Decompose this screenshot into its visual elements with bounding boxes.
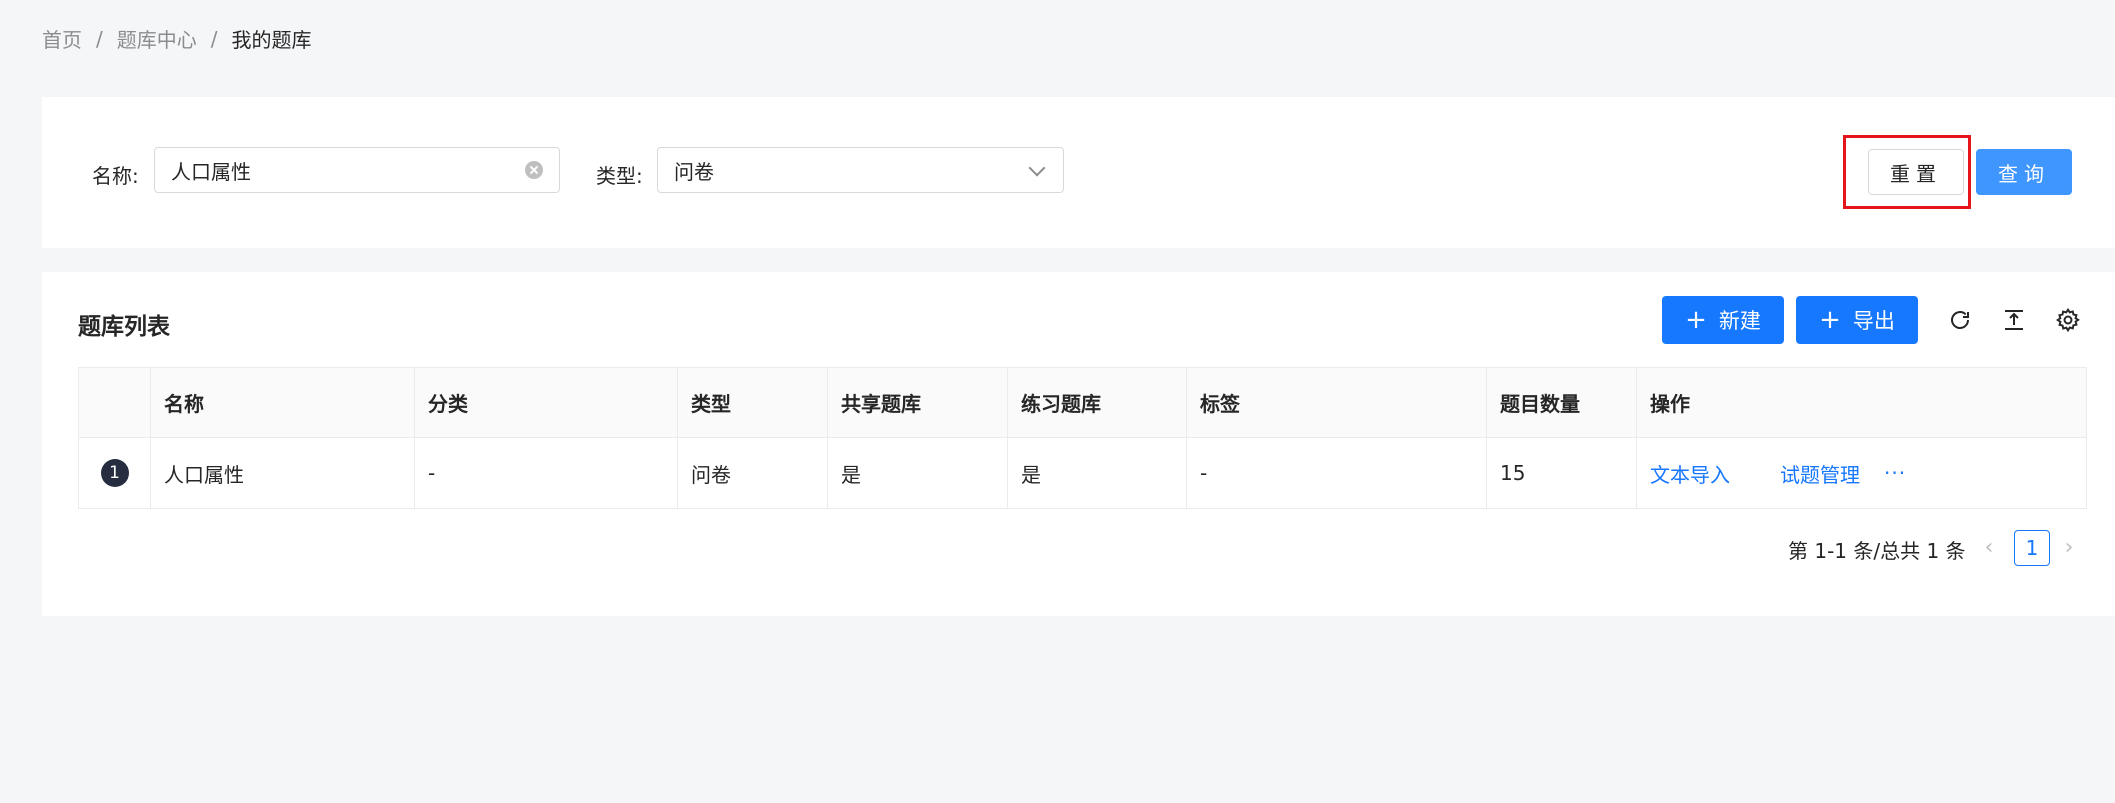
- refresh-icon[interactable]: [1946, 306, 1974, 334]
- breadcrumb-my-question-bank: 我的题库: [231, 28, 312, 52]
- pagination: 第 1-1 条/总共 1 条 ‹ 1 ›: [42, 530, 2115, 566]
- table-row: 1 人口属性 - 问卷 是 是 - 15 文本导入 试题管理 ···: [79, 438, 2086, 508]
- list-panel: 题库列表 + 新建 + 导出 名称 分类 类型 共享题库 练习题库 标签 题目数…: [42, 272, 2115, 616]
- header-category: 分类: [415, 368, 678, 437]
- highlight-box: [1843, 135, 1971, 209]
- text-import-link[interactable]: 文本导入: [1650, 459, 1730, 488]
- list-title: 题库列表: [78, 314, 170, 340]
- type-select-value: 问卷: [674, 159, 714, 184]
- row-tags: -: [1187, 438, 1487, 508]
- question-management-link[interactable]: 试题管理: [1780, 459, 1860, 488]
- chevron-down-icon: [1028, 159, 1046, 177]
- row-category: -: [415, 438, 678, 508]
- type-select[interactable]: 问卷: [657, 147, 1064, 193]
- question-bank-table: 名称 分类 类型 共享题库 练习题库 标签 题目数量 操作 1 人口属性 - 问…: [78, 367, 2087, 509]
- query-button[interactable]: 查询: [1976, 149, 2072, 195]
- breadcrumb-home[interactable]: 首页: [42, 24, 82, 53]
- breadcrumb-separator: /: [96, 26, 103, 51]
- more-icon[interactable]: ···: [1884, 461, 1906, 485]
- row-name: 人口属性: [151, 438, 415, 508]
- row-count: 15: [1487, 438, 1637, 508]
- clear-icon[interactable]: [525, 161, 543, 179]
- header-tags: 标签: [1187, 368, 1487, 437]
- name-input-value: 人口属性: [171, 159, 251, 184]
- header-actions: 操作: [1650, 392, 1690, 416]
- breadcrumb-separator: /: [210, 26, 218, 51]
- prev-page-icon[interactable]: ‹: [1978, 537, 2000, 559]
- type-label: 类型:: [596, 164, 643, 188]
- header-practice: 练习题库: [1008, 368, 1187, 437]
- header-count: 题目数量: [1487, 368, 1637, 437]
- row-shared: 是: [828, 438, 1008, 508]
- export-button[interactable]: + 导出: [1796, 296, 1918, 344]
- index-badge: 1: [100, 459, 129, 487]
- column-height-icon[interactable]: [2000, 306, 2028, 334]
- row-index-cell: 1: [79, 438, 151, 508]
- header-index: [79, 368, 151, 437]
- new-button-label: 新建: [1718, 309, 1761, 333]
- row-practice: 是: [1008, 438, 1187, 508]
- pagination-total: 第 1-1 条/总共 1 条: [1788, 539, 1966, 563]
- breadcrumb: 首页 / 题库中心 / 我的题库: [42, 24, 312, 53]
- export-button-label: 导出: [1852, 309, 1895, 333]
- plus-icon: +: [1819, 305, 1841, 335]
- row-type: 问卷: [678, 438, 828, 508]
- header-name: 名称: [151, 368, 415, 437]
- breadcrumb-question-bank-center[interactable]: 题库中心: [117, 24, 197, 53]
- header-type: 类型: [678, 368, 828, 437]
- table-header-row: 名称 分类 类型 共享题库 练习题库 标签 题目数量 操作: [79, 368, 2086, 438]
- gear-icon[interactable]: [2054, 306, 2082, 334]
- name-label: 名称:: [92, 164, 139, 188]
- row-actions: 文本导入 试题管理 ···: [1637, 438, 2086, 508]
- plus-icon: +: [1685, 305, 1707, 335]
- next-page-icon[interactable]: ›: [2058, 537, 2080, 559]
- search-panel: 名称: 人口属性 类型: 问卷 重置 查询: [42, 97, 2115, 248]
- header-shared: 共享题库: [828, 368, 1008, 437]
- new-button[interactable]: + 新建: [1662, 296, 1784, 344]
- page-number-1[interactable]: 1: [2014, 530, 2050, 566]
- name-input[interactable]: 人口属性: [154, 147, 560, 193]
